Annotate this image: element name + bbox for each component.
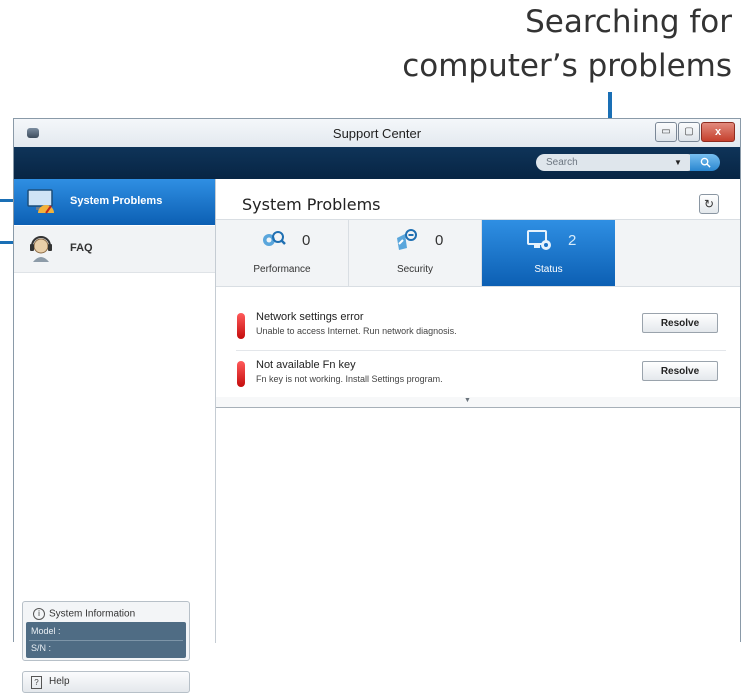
refresh-icon: ↻: [703, 197, 715, 211]
model-label: Model :: [31, 626, 61, 636]
close-button[interactable]: x: [701, 122, 735, 142]
problem-description: Fn key is not working. Install Settings …: [256, 374, 443, 384]
sidebar-item-label: System Problems: [70, 195, 163, 207]
help-button[interactable]: ? Help: [22, 671, 190, 693]
severity-indicator: [237, 361, 245, 387]
sidebar-item-faq[interactable]: FAQ: [14, 226, 215, 273]
page-title: System Problems: [242, 195, 381, 214]
top-navbar: ▼: [14, 147, 740, 179]
refresh-button[interactable]: ↻: [699, 194, 719, 214]
search-dropdown-icon[interactable]: ▼: [671, 155, 685, 170]
tab-security[interactable]: 0 Security: [349, 220, 482, 286]
search-box[interactable]: ▼: [536, 154, 696, 171]
system-information-body: Model : S/N :: [26, 622, 186, 658]
monitor-settings-icon: [527, 230, 551, 250]
system-information-label: System Information: [49, 608, 136, 620]
tab-label: Security: [396, 264, 434, 275]
tab-status[interactable]: 2 Status: [482, 220, 615, 286]
problem-title: Network settings error: [256, 311, 364, 323]
severity-indicator: [237, 313, 245, 339]
sidebar-item-system-problems[interactable]: System Problems: [14, 179, 215, 225]
support-center-window: Support Center ▭ ▢ x ▼ System Problems: [13, 118, 741, 693]
problem-item: Not available Fn key Fn key is not worki…: [216, 353, 740, 401]
category-tabs: 0 Performance 0 Security 2 Status: [216, 219, 740, 287]
tab-label: Status: [534, 264, 563, 275]
expand-list-bar[interactable]: ▼: [216, 397, 740, 408]
search-button[interactable]: [690, 154, 720, 171]
tab-label: Performance: [253, 264, 311, 275]
tab-performance[interactable]: 0 Performance: [216, 220, 349, 286]
sidebar: System Problems FAQ i System Information …: [14, 179, 216, 693]
resolve-button[interactable]: Resolve: [642, 361, 718, 381]
security-count: 0: [435, 232, 444, 249]
search-icon: [700, 157, 711, 168]
info-icon: i: [33, 608, 45, 620]
system-information-heading: i System Information: [33, 608, 135, 620]
resolve-button[interactable]: Resolve: [642, 313, 718, 333]
sidebar-item-label: FAQ: [70, 242, 93, 254]
divider: [29, 640, 183, 641]
callout-line-1: Searching for: [525, 4, 732, 40]
divider: [236, 350, 726, 351]
gears-search-icon: [263, 231, 286, 246]
callout-line-2: computer’s problems: [402, 48, 732, 84]
shield-icon: [397, 229, 417, 250]
title-bar[interactable]: Support Center ▭ ▢ x: [14, 119, 740, 147]
main-panel: System Problems ↻ 0 Performance 0 Securi…: [216, 179, 740, 643]
sn-label: S/N :: [31, 643, 52, 653]
problem-title: Not available Fn key: [256, 359, 356, 371]
performance-count: 0: [302, 232, 311, 249]
help-label: Help: [49, 676, 70, 687]
chevron-down-icon: ▼: [464, 397, 471, 404]
search-input[interactable]: [546, 155, 666, 170]
headset-person-icon: [30, 236, 52, 262]
problem-item: Network settings error Unable to access …: [216, 305, 740, 353]
status-count: 2: [568, 232, 577, 249]
window-title: Support Center: [332, 126, 422, 141]
system-information-panel[interactable]: i System Information Model : S/N :: [22, 601, 190, 661]
help-book-icon: ?: [31, 676, 42, 689]
monitor-gauge-icon: [27, 189, 54, 214]
problem-description: Unable to access Internet. Run network d…: [256, 326, 457, 336]
minimize-button[interactable]: ▭: [655, 122, 677, 142]
maximize-button[interactable]: ▢: [678, 122, 700, 142]
